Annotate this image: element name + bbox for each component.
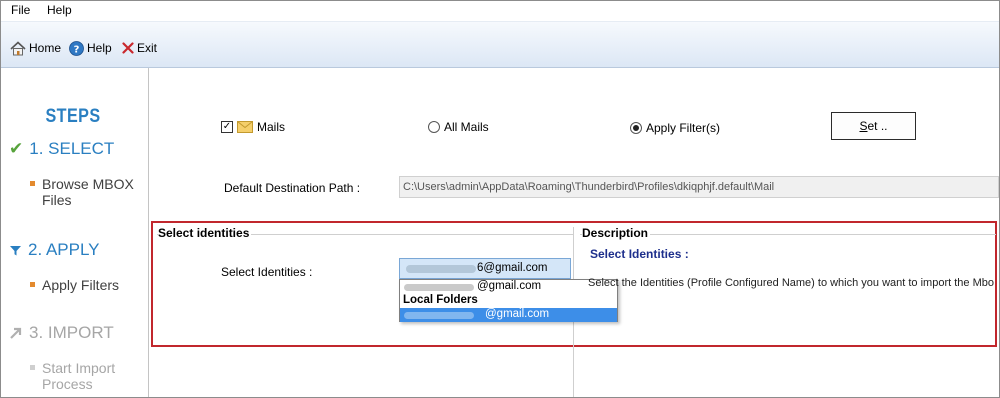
set-button[interactable]: Set ..	[831, 112, 916, 140]
step-apply-label: 2. APPLY	[28, 240, 100, 259]
menu-file[interactable]: File	[11, 3, 30, 17]
substep-import-label: Start Import Process	[42, 360, 116, 392]
help-label: Help	[87, 41, 112, 55]
exit-icon	[122, 42, 134, 54]
svg-text:?: ?	[74, 44, 80, 55]
dropdown-option[interactable]: @gmail.com	[400, 280, 617, 294]
dropdown-option-label: @gmail.com	[477, 280, 542, 292]
set-button-mnemonic: S	[859, 119, 868, 133]
main-panel: ✓ Mails All Mails Apply Filter(s) Set ..…	[150, 68, 999, 397]
all-mails-label: All Mails	[444, 120, 489, 134]
identities-selected-value: 6@gmail.com	[477, 262, 548, 274]
bullet-icon	[30, 181, 35, 186]
description-group-title: Description	[582, 226, 651, 240]
dropdown-option[interactable]: Local Folders	[400, 294, 617, 308]
checkmark-icon: ✔	[9, 139, 24, 158]
dropdown-option-selected[interactable]: @gmail.com	[400, 308, 617, 322]
dropdown-option-label: Local Folders	[403, 294, 478, 306]
destination-path-label: Default Destination Path :	[224, 181, 361, 195]
help-button[interactable]: ? Help	[69, 40, 112, 56]
mail-envelope-icon	[237, 121, 253, 133]
filter-icon	[10, 245, 21, 255]
mails-label: Mails	[257, 120, 286, 134]
redacted-text	[404, 312, 474, 319]
home-icon	[10, 40, 26, 55]
step-import: 3. IMPORT	[9, 323, 114, 343]
bullet-icon	[30, 282, 35, 287]
apply-filters-option[interactable]: Apply Filter(s)	[630, 121, 720, 135]
select-identities-label: Select Identities :	[221, 265, 313, 279]
substep-apply-filters[interactable]: Apply Filters	[30, 277, 138, 293]
mails-checkbox[interactable]: ✓	[221, 121, 233, 133]
all-mails-option[interactable]: All Mails	[428, 120, 489, 134]
substep-browse-mbox[interactable]: Browse MBOX Files	[30, 176, 138, 208]
step-import-label: 3. IMPORT	[29, 323, 114, 342]
home-label: Home	[29, 41, 62, 55]
identities-dropdown-list[interactable]: @gmail.com Local Folders @gmail.com	[399, 279, 618, 322]
destination-path-field[interactable]: C:\Users\admin\AppData\Roaming\Thunderbi…	[399, 176, 999, 198]
identities-combobox[interactable]: 6@gmail.com	[399, 258, 571, 279]
substep-start-import: Start Import Process	[30, 360, 138, 392]
steps-sidebar: STEPS ✔ 1. SELECT Browse MBOX Files 2. A…	[1, 68, 149, 397]
help-icon: ?	[69, 40, 84, 56]
arrow-right-icon	[10, 327, 22, 339]
substep-browse-label: Browse MBOX Files	[42, 176, 134, 208]
dropdown-option-label: @gmail.com	[485, 308, 550, 320]
menu-help[interactable]: Help	[47, 3, 72, 17]
set-button-label: et ..	[867, 119, 888, 133]
description-heading: Select Identities :	[590, 247, 689, 261]
step-apply[interactable]: 2. APPLY	[9, 240, 100, 260]
identities-group-title: Select identities	[158, 226, 252, 240]
step-select-label: 1. SELECT	[29, 139, 115, 158]
app-window: File Help Home ? Help Exit STEPS ✔ 1. SE…	[0, 0, 1000, 398]
description-text: Select the Identities (Profile Configure…	[588, 277, 994, 289]
step-select[interactable]: ✔ 1. SELECT	[9, 139, 114, 159]
redacted-text	[404, 284, 474, 291]
home-button[interactable]: Home	[10, 40, 61, 56]
apply-filters-radio[interactable]	[630, 122, 642, 134]
redacted-text	[406, 265, 476, 273]
exit-label: Exit	[137, 41, 158, 55]
apply-filters-label: Apply Filter(s)	[646, 121, 721, 135]
exit-button[interactable]: Exit	[122, 40, 157, 56]
toolbar: Home ? Help Exit	[1, 21, 999, 68]
menu-bar: File Help	[1, 1, 999, 21]
mails-option[interactable]: ✓ Mails	[221, 120, 285, 134]
steps-title: STEPS	[45, 106, 101, 127]
bullet-icon	[30, 365, 35, 370]
all-mails-radio[interactable]	[428, 121, 440, 133]
substep-apply-label: Apply Filters	[42, 277, 120, 293]
